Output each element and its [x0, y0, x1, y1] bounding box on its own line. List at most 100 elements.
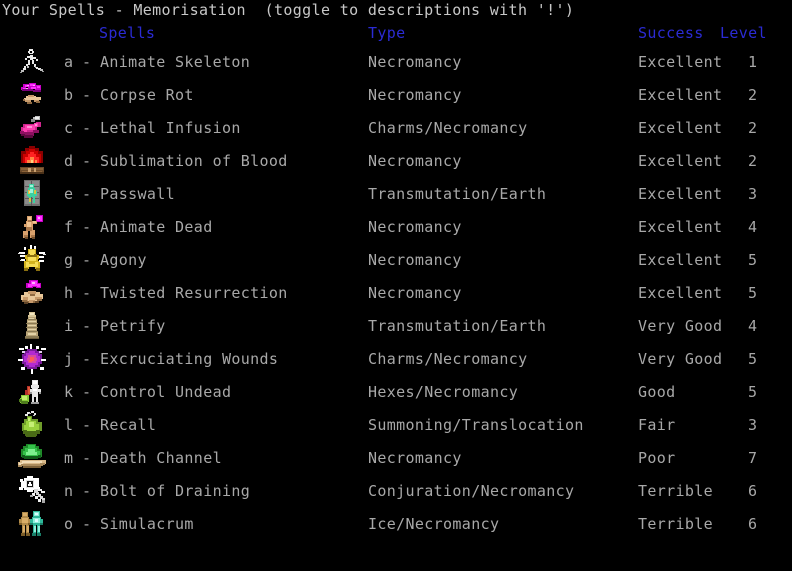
- animate-dead-icon: [16, 211, 48, 243]
- spell-type: Charms/Necromancy: [368, 119, 528, 137]
- spell-type: Necromancy: [368, 251, 462, 269]
- spell-type: Necromancy: [368, 152, 462, 170]
- spell-separator: -: [82, 152, 92, 170]
- table-row[interactable]: n - Bolt of Draining Conjuration/Necromancy…: [0, 475, 792, 508]
- table-row[interactable]: k - Control Undead Hexes/Necromancy Good 5: [0, 376, 792, 409]
- spell-level: 7: [748, 449, 758, 467]
- spell-type: Conjuration/Necromancy: [368, 482, 575, 500]
- spell-separator: -: [82, 350, 92, 368]
- spell-separator: -: [82, 284, 92, 302]
- simulacrum-icon: [16, 508, 48, 540]
- sublimation-of-blood-icon: [16, 145, 48, 177]
- table-row[interactable]: m - Death Channel Necromancy Poor 7: [0, 442, 792, 475]
- spell-hotkey: d: [64, 152, 74, 170]
- passwall-icon: [16, 178, 48, 210]
- spell-success: Very Good: [638, 317, 723, 335]
- spell-type: Necromancy: [368, 53, 462, 71]
- spell-hotkey: i: [64, 317, 74, 335]
- spell-level: 5: [748, 251, 758, 269]
- table-row[interactable]: e - Passwall Transmutation/Earth Excellent 3: [0, 178, 792, 211]
- spell-name: Bolt of Draining: [100, 482, 251, 500]
- spell-separator: -: [82, 218, 92, 236]
- table-row[interactable]: j - Excruciating Wounds Charms/Necromancy Ve…: [0, 343, 792, 376]
- spell-separator: -: [82, 383, 92, 401]
- spell-type: Necromancy: [368, 86, 462, 104]
- spell-success: Excellent: [638, 53, 723, 71]
- spell-name: Control Undead: [100, 383, 232, 401]
- spell-success: Terrible: [638, 482, 714, 500]
- table-row[interactable]: h - Twisted Resurrection Necromancy Excellen…: [0, 277, 792, 310]
- excruciating-wounds-icon: [16, 343, 48, 375]
- table-row[interactable]: c - Lethal Infusion Charms/Necromancy Excell…: [0, 112, 792, 145]
- spell-hotkey: o: [64, 515, 74, 533]
- spell-success: Excellent: [638, 152, 723, 170]
- spell-hotkey: c: [64, 119, 74, 137]
- control-undead-icon: [16, 376, 48, 408]
- spell-hotkey: b: [64, 86, 74, 104]
- spell-level: 5: [748, 284, 758, 302]
- table-row[interactable]: i - Petrify Transmutation/Earth Very Good 4: [0, 310, 792, 343]
- spell-success: Terrible: [638, 515, 714, 533]
- spell-level: 3: [748, 416, 758, 434]
- spell-success: Poor: [638, 449, 676, 467]
- spell-level: 5: [748, 350, 758, 368]
- spell-level: 4: [748, 218, 758, 236]
- spell-type: Necromancy: [368, 284, 462, 302]
- spell-name: Corpse Rot: [100, 86, 194, 104]
- spell-separator: -: [82, 317, 92, 335]
- table-row[interactable]: f - Animate Dead Necromancy Excellent 4: [0, 211, 792, 244]
- spell-level: 6: [748, 515, 758, 533]
- spell-hotkey: g: [64, 251, 74, 269]
- spell-type: Charms/Necromancy: [368, 350, 528, 368]
- spell-separator: -: [82, 53, 92, 71]
- spell-list: a - Animate Skeleton Necromancy Excellent 1 b -…: [0, 46, 792, 541]
- spell-name: Passwall: [100, 185, 176, 203]
- spell-level: 5: [748, 383, 758, 401]
- spell-name: Sublimation of Blood: [100, 152, 288, 170]
- spell-type: Summoning/Translocation: [368, 416, 584, 434]
- table-row[interactable]: l - Recall Summoning/Translocation Fair 3: [0, 409, 792, 442]
- recall-icon: [16, 409, 48, 441]
- agony-icon: [16, 244, 48, 276]
- table-row[interactable]: a - Animate Skeleton Necromancy Excellent 1: [0, 46, 792, 79]
- spell-level: 2: [748, 152, 758, 170]
- petrify-icon: [16, 310, 48, 342]
- spell-type: Hexes/Necromancy: [368, 383, 519, 401]
- spell-success: Very Good: [638, 350, 723, 368]
- spell-type: Transmutation/Earth: [368, 317, 547, 335]
- spell-level: 4: [748, 317, 758, 335]
- spell-name: Lethal Infusion: [100, 119, 241, 137]
- spell-separator: -: [82, 86, 92, 104]
- spell-separator: -: [82, 119, 92, 137]
- lethal-infusion-icon: [16, 112, 48, 144]
- spell-separator: -: [82, 416, 92, 434]
- table-row[interactable]: o - Simulacrum Ice/Necromancy Terrible 6: [0, 508, 792, 541]
- spell-separator: -: [82, 515, 92, 533]
- table-row[interactable]: b - Corpse Rot Necromancy Excellent 2: [0, 79, 792, 112]
- spell-name: Animate Skeleton: [100, 53, 251, 71]
- spell-separator: -: [82, 449, 92, 467]
- spell-name: Excruciating Wounds: [100, 350, 279, 368]
- table-row[interactable]: d - Sublimation of Blood Necromancy Excellen…: [0, 145, 792, 178]
- spell-type: Necromancy: [368, 218, 462, 236]
- spell-name: Petrify: [100, 317, 166, 335]
- twisted-resurrection-icon: [16, 277, 48, 309]
- spell-name: Death Channel: [100, 449, 222, 467]
- spell-level: 1: [748, 53, 758, 71]
- column-header-success: Success: [638, 24, 704, 42]
- spell-level: 6: [748, 482, 758, 500]
- spell-hotkey: f: [64, 218, 74, 236]
- animate-skeleton-icon: [16, 46, 48, 78]
- corpse-rot-icon: [16, 79, 48, 111]
- spell-success: Excellent: [638, 86, 723, 104]
- spell-memorisation-screen: Your Spells - Memorisation (toggle to de…: [0, 0, 792, 571]
- spell-level: 2: [748, 86, 758, 104]
- spell-hotkey: a: [64, 53, 74, 71]
- spell-level: 2: [748, 119, 758, 137]
- spell-separator: -: [82, 251, 92, 269]
- spell-type: Necromancy: [368, 449, 462, 467]
- spell-hotkey: n: [64, 482, 74, 500]
- spell-name: Agony: [100, 251, 147, 269]
- table-row[interactable]: g - Agony Necromancy Excellent 5: [0, 244, 792, 277]
- spell-success: Fair: [638, 416, 676, 434]
